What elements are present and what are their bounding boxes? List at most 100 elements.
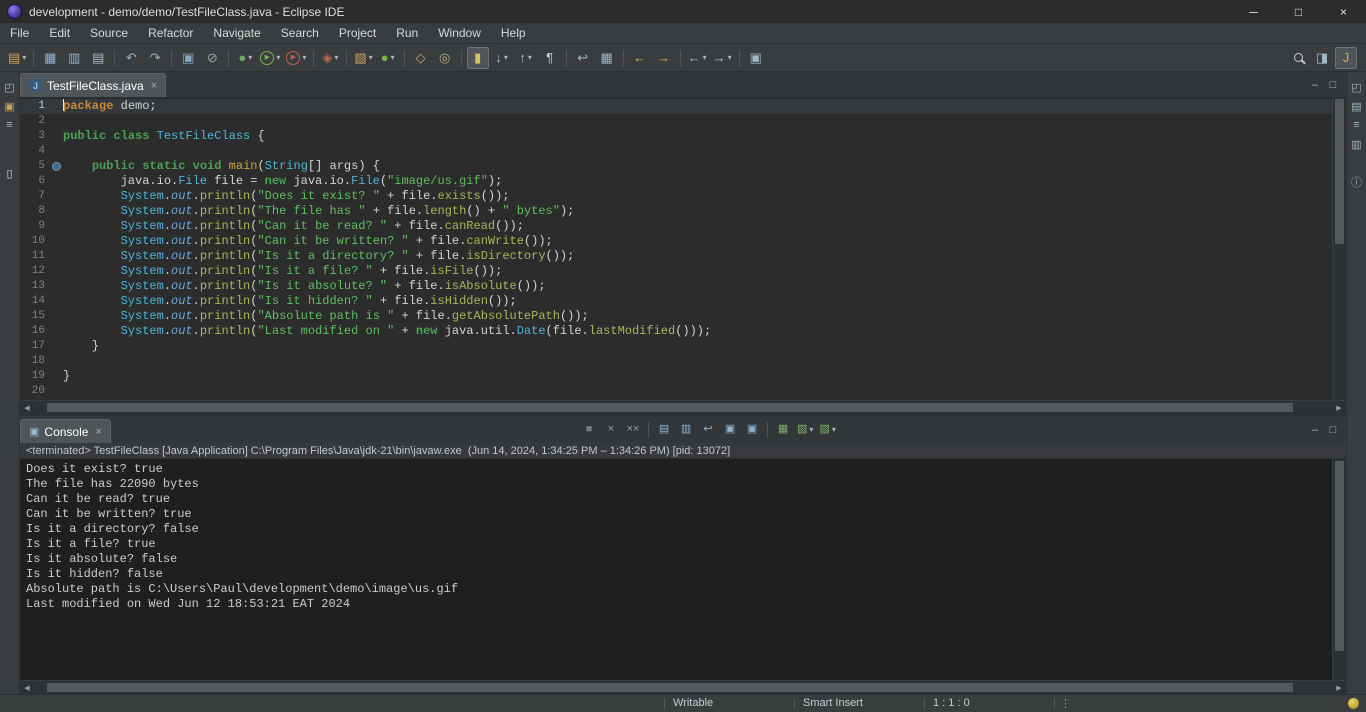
code-line[interactable]: 6 java.io.File file = new java.io.File("…: [20, 174, 1332, 189]
code-line[interactable]: 18: [20, 354, 1332, 369]
console-vscroll-thumb[interactable]: [1335, 461, 1344, 651]
line-number[interactable]: 12: [20, 264, 50, 279]
open-type-button[interactable]: ◇: [410, 47, 432, 69]
pin-console-button[interactable]: ▣: [742, 420, 762, 440]
editor-tab-close-icon[interactable]: ×: [151, 80, 157, 92]
last-edit-location-button[interactable]: ←: [629, 47, 651, 69]
code-line[interactable]: 7 System.out.println("Does it exist? " +…: [20, 189, 1332, 204]
line-number[interactable]: 15: [20, 309, 50, 324]
minimize-console-button[interactable]: –: [1306, 421, 1324, 439]
type-hierarchy-icon[interactable]: ≡: [1, 117, 19, 133]
annotation-ruler[interactable]: [50, 309, 63, 324]
editor-horizontal-scrollbar[interactable]: ◀ ▶: [20, 400, 1346, 414]
word-wrap-console-button[interactable]: ↩: [698, 420, 718, 440]
previous-annotation-button[interactable]: ↑▾: [515, 47, 537, 69]
line-number[interactable]: 8: [20, 204, 50, 219]
line-number[interactable]: 6: [20, 174, 50, 189]
remove-all-launches-button[interactable]: ××: [623, 420, 643, 440]
annotation-ruler[interactable]: [50, 114, 63, 129]
restore-views-icon[interactable]: ◰: [1, 79, 19, 95]
console-output-area[interactable]: Does it exist? trueThe file has 22090 by…: [20, 459, 1346, 680]
minimize-editor-button[interactable]: –: [1306, 76, 1324, 94]
line-number[interactable]: 19: [20, 369, 50, 384]
scroll-right-arrow-icon[interactable]: ▶: [1332, 404, 1346, 412]
annotation-ruler[interactable]: [50, 189, 63, 204]
remove-launch-button[interactable]: ×: [601, 420, 621, 440]
code-line[interactable]: 4: [20, 144, 1332, 159]
menu-window[interactable]: Window: [428, 23, 491, 43]
notification-icon[interactable]: [1348, 698, 1359, 709]
editor-vertical-scrollbar[interactable]: [1332, 97, 1346, 400]
annotation-ruler[interactable]: [50, 294, 63, 309]
open-console-button[interactable]: ▧▾: [795, 420, 815, 440]
line-number[interactable]: 7: [20, 189, 50, 204]
outline-icon[interactable]: ≡: [1348, 117, 1366, 133]
code-line[interactable]: 3public class TestFileClass {: [20, 129, 1332, 144]
line-number[interactable]: 9: [20, 219, 50, 234]
mark-occurrences-button[interactable]: ▮: [467, 47, 489, 69]
next-annotation-button[interactable]: ↓▾: [491, 47, 513, 69]
forward-button[interactable]: →▾: [711, 47, 734, 69]
line-number[interactable]: 17: [20, 339, 50, 354]
show-whitespace-button[interactable]: ¶: [539, 47, 561, 69]
menu-edit[interactable]: Edit: [39, 23, 80, 43]
menu-run[interactable]: Run: [386, 23, 428, 43]
code-area[interactable]: 1package demo;23public class TestFileCla…: [20, 97, 1332, 400]
line-number[interactable]: 16: [20, 324, 50, 339]
code-line[interactable]: 1package demo;: [20, 99, 1332, 114]
next-edit-location-button[interactable]: →: [653, 47, 675, 69]
line-number[interactable]: 20: [20, 384, 50, 399]
console-horizontal-scrollbar[interactable]: ◀ ▶: [20, 680, 1346, 694]
annotation-ruler[interactable]: [50, 174, 63, 189]
debug-button[interactable]: ●▾: [234, 47, 256, 69]
new-java-class-button[interactable]: ●▾: [377, 47, 399, 69]
console-hscroll-thumb[interactable]: [47, 683, 1293, 692]
code-line[interactable]: 13 System.out.println("Is it absolute? "…: [20, 279, 1332, 294]
menu-help[interactable]: Help: [491, 23, 536, 43]
minimized-editor-icon[interactable]: ▯: [1, 165, 19, 181]
line-number[interactable]: 3: [20, 129, 50, 144]
scroll-lock-button[interactable]: ▥: [676, 420, 696, 440]
redo-button[interactable]: ↷: [144, 47, 166, 69]
annotation-ruler[interactable]: [50, 234, 63, 249]
annotation-ruler[interactable]: [50, 144, 63, 159]
folding-marker-icon[interactable]: [52, 162, 61, 171]
annotation-ruler[interactable]: [50, 129, 63, 144]
annotation-ruler[interactable]: [50, 384, 63, 399]
line-number[interactable]: 2: [20, 114, 50, 129]
annotation-ruler[interactable]: [50, 264, 63, 279]
menu-file[interactable]: File: [0, 23, 39, 43]
java-search-button[interactable]: ◎: [434, 47, 456, 69]
code-line[interactable]: 19}: [20, 369, 1332, 384]
line-number[interactable]: 1: [20, 99, 50, 114]
maximize-editor-button[interactable]: □: [1324, 76, 1342, 94]
editor-vscroll-thumb[interactable]: [1335, 99, 1344, 244]
save-button[interactable]: ▦: [39, 47, 61, 69]
menu-project[interactable]: Project: [329, 23, 386, 43]
menu-search[interactable]: Search: [271, 23, 329, 43]
minimize-window-button[interactable]: ─: [1231, 0, 1276, 23]
code-line[interactable]: 5 public static void main(String[] args)…: [20, 159, 1332, 174]
annotation-ruler[interactable]: [50, 279, 63, 294]
console-output[interactable]: Does it exist? trueThe file has 22090 by…: [20, 459, 1332, 680]
undo-button[interactable]: ↶: [120, 47, 142, 69]
annotation-ruler[interactable]: [50, 219, 63, 234]
code-line[interactable]: 16 System.out.println("Last modified on …: [20, 324, 1332, 339]
annotation-ruler[interactable]: [50, 249, 63, 264]
line-number[interactable]: 11: [20, 249, 50, 264]
display-console-button[interactable]: ▦: [773, 420, 793, 440]
pin-editor-button[interactable]: ▣: [745, 47, 767, 69]
code-line[interactable]: 2: [20, 114, 1332, 129]
editor-hscroll-track[interactable]: [34, 401, 1332, 414]
annotation-ruler[interactable]: [50, 324, 63, 339]
menu-navigate[interactable]: Navigate: [203, 23, 270, 43]
external-tools-button[interactable]: ▶▾: [284, 47, 308, 69]
insert-mode-status[interactable]: Smart Insert: [795, 697, 924, 709]
word-wrap-button[interactable]: ↩: [572, 47, 594, 69]
annotation-ruler[interactable]: [50, 339, 63, 354]
show-on-stdout-button[interactable]: ▣: [720, 420, 740, 440]
statusbar-overflow-icon[interactable]: ⋮: [1060, 697, 1071, 710]
print-button[interactable]: ▤: [87, 47, 109, 69]
run-button[interactable]: ▶▾: [258, 47, 282, 69]
maximize-console-button[interactable]: □: [1324, 421, 1342, 439]
